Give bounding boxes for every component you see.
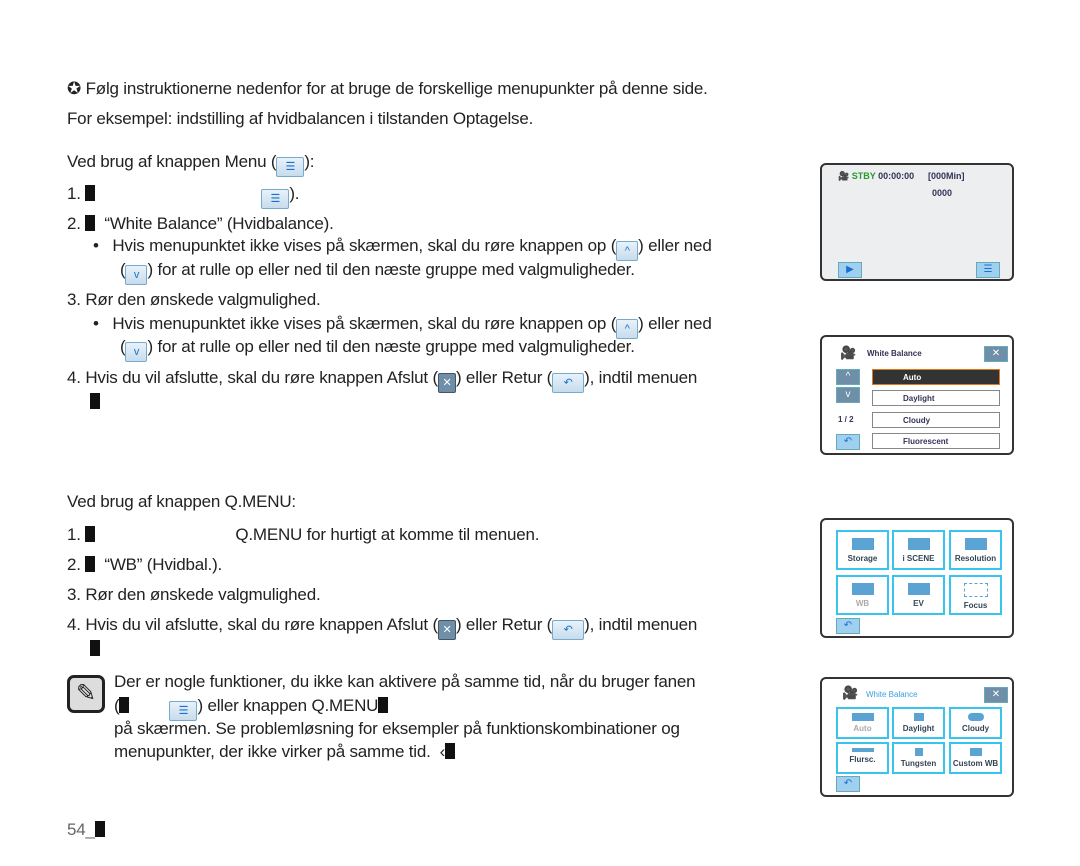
intro-line-1: ✪ Følg instruktionerne nedenfor for at b… [67,79,708,99]
menu-step-4: 4. Hvis du vil afslutte, skal du røre kn… [67,368,697,393]
tile-daylight[interactable]: Daylight [892,707,945,739]
tile-cloudy[interactable]: Cloudy [949,707,1002,739]
menu-bullet-2: • Hvis menupunktet ikke vises på skærmen… [93,314,712,339]
exit-button[interactable]: ✕ [984,687,1008,703]
tile-resolution[interactable]: Resolution [949,530,1002,570]
tile-ev[interactable]: EV [892,575,945,615]
note-line-2: (☰) eller knappen Q.MENU [114,696,389,721]
down-button[interactable]: v [836,387,860,403]
exit-button[interactable]: ✕ [984,346,1008,362]
note-line-4: menupunkter, der ikke virker på samme ti… [114,742,456,762]
camcorder-icon: 🎥 [842,685,859,700]
tile-storage[interactable]: Storage [836,530,889,570]
up-arrow-icon: ^ [616,241,639,261]
tile-fluorescent[interactable]: Flursc. [836,742,889,774]
up-button[interactable]: ^ [836,369,860,385]
camcorder-icon: 🎥 [840,345,857,360]
white-balance-menu-screen: 🎥 White Balance ✕ ^ v 1 / 2 ↶ Auto Dayli… [820,335,1014,455]
menu-icon: ☰ [276,157,305,177]
down-arrow-icon: v [125,342,148,362]
note-line-3: på skærmen. Se problemløsning for eksemp… [114,719,680,738]
option-auto[interactable]: Auto [872,369,1000,385]
qmenu-heading: Ved brug af knappen Q.MENU: [67,492,296,511]
option-cloudy[interactable]: Cloudy [872,412,1000,428]
up-arrow-icon: ^ [616,319,639,339]
camera-screen-standby: 🎥 STBY 00:00:00 [000Min] 0000 ▶ ☰ [820,163,1014,281]
option-daylight[interactable]: Daylight [872,390,1000,406]
qmenu-step-3: 3. Rør den ønskede valgmulighed. [67,585,321,604]
option-fluorescent[interactable]: Fluorescent [872,433,1000,449]
exit-icon: ✕ [437,620,456,640]
menu-bullet-1-cont: (v) for at rulle op eller ned til den næ… [120,260,635,285]
menu-bullet-2-cont: (v) for at rulle op eller ned til den næ… [120,337,635,362]
page-number: 54_ [67,820,105,840]
intro-line-2: For eksempel: indstilling af hvidbalance… [67,109,534,128]
qmenu-step-2: 2. “WB” (Hvidbal.). [67,555,223,574]
camcorder-icon: 🎥 [838,171,850,181]
qmenu-step-4: 4. Hvis du vil afslutte, skal du røre kn… [67,615,697,640]
down-arrow-icon: v [125,265,148,285]
tile-tungsten[interactable]: Tungsten [892,742,945,774]
menu-step-3: 3. Rør den ønskede valgmulighed. [67,290,321,309]
exit-icon: ✕ [437,373,456,393]
qmenu-wb-screen: 🎥 White Balance ✕ Auto Daylight Cloudy F… [820,677,1014,797]
qmenu-screen: Storage i SCENE Resolution WB EV Focus ↶ [820,518,1014,638]
tile-wb[interactable]: WB [836,575,889,615]
menu-button[interactable]: ☰ [976,262,1000,278]
menu-step-1: 1. ☰). [67,184,299,209]
tile-custom-wb[interactable]: Custom WB [949,742,1002,774]
menu-step-2: 2. “White Balance” (Hvidbalance). [67,214,334,233]
note-line-1: Der er nogle funktioner, du ikke kan akt… [114,672,696,691]
intro-text: Følg instruktionerne nedenfor for at bru… [85,79,708,98]
tile-auto[interactable]: Auto [836,707,889,739]
star-bullet-icon: ✪ [67,79,82,98]
menu-heading: Ved brug af knappen Menu (☰): [67,152,315,177]
qmenu-step-1: 1. Q.MENU for hurtigt at komme til menue… [67,525,540,544]
tile-iscene[interactable]: i SCENE [892,530,945,570]
menu-icon: ☰ [169,701,198,721]
play-button[interactable]: ▶ [838,262,862,278]
menu-icon: ☰ [261,189,290,209]
note-icon: ✎ [67,675,105,713]
return-button[interactable]: ↶ [836,776,860,792]
return-icon: ↶ [552,373,585,393]
return-icon: ↶ [552,620,585,640]
return-button[interactable]: ↶ [836,434,860,450]
return-button[interactable]: ↶ [836,618,860,634]
tile-focus[interactable]: Focus [949,575,1002,615]
menu-bullet-1: • Hvis menupunktet ikke vises på skærmen… [93,236,712,261]
